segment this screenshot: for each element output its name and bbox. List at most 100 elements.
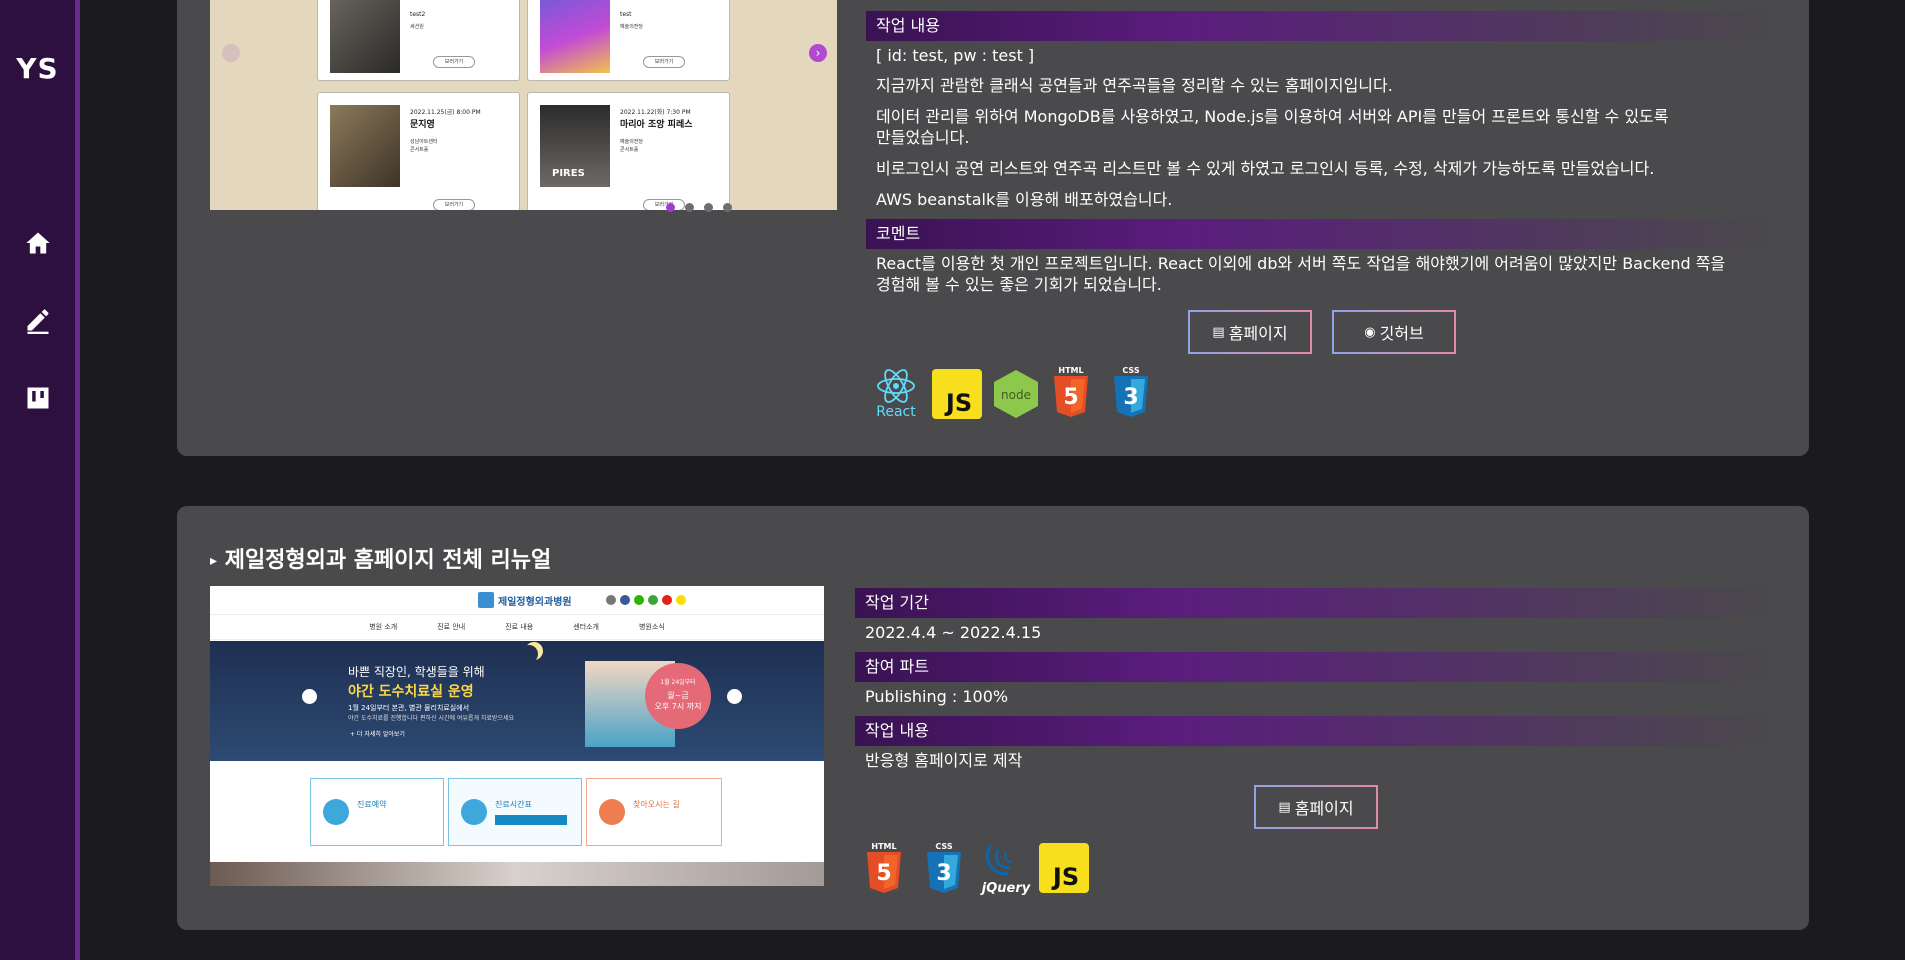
slider-dot[interactable]	[666, 203, 675, 212]
html5-icon: HTML 5	[1051, 364, 1091, 424]
moon-icon	[520, 645, 538, 663]
slide-card-place: 세션원	[410, 24, 424, 30]
css3-icon: CSS 3	[924, 840, 964, 900]
mock-menu-item: 병원 소개	[369, 623, 398, 631]
banner-line: 1월 24일부터 본관, 별관 물리치료실에서	[348, 704, 470, 712]
homepage-button-label: 홈페이지	[1294, 799, 1354, 818]
slide-card-title: 문지영	[410, 120, 435, 130]
svg-text:3: 3	[936, 861, 951, 886]
mock-menu-item: 진료 안내	[437, 623, 466, 631]
site-logo[interactable]: YS	[0, 52, 75, 85]
svg-text:5: 5	[876, 861, 891, 886]
slide-thumb-text: PIRES	[552, 168, 585, 179]
social-icon	[606, 595, 616, 605]
reservation-icon	[323, 799, 349, 825]
project-card-2: ▸ 제일정형외과 홈페이지 전체 리뉴얼 제일정형외과병원 병원 소개 진료 안…	[177, 506, 1809, 930]
mock-menu-item: 센터소개	[573, 623, 599, 631]
slide-card: 2022.11.25(금) 8:00 PM 문지영 성남아트센터 콘서트홀 보러…	[317, 92, 520, 210]
comment-line: 경험해 볼 수 있는 좋은 기회가 되었습니다.	[876, 275, 1162, 294]
schedule-icon	[461, 799, 487, 825]
work-line: [ id: test, pw : test ]	[876, 46, 1035, 65]
mock-select	[495, 815, 567, 825]
html5-icon: HTML 5	[864, 840, 904, 900]
svg-text:jQuery: jQuery	[980, 881, 1031, 896]
mock-box-label: 진료예약	[357, 800, 387, 809]
badge-line: 1월 24일부터	[660, 679, 696, 686]
kakao-icon	[676, 595, 686, 605]
mock-box-label: 찾아오시는 길	[633, 800, 680, 809]
svg-text:node: node	[1001, 388, 1031, 402]
slider-dot[interactable]	[685, 203, 694, 212]
mock-menu-item: 병원소식	[639, 623, 665, 631]
home-icon[interactable]	[24, 229, 52, 257]
svg-text:HTML: HTML	[871, 842, 896, 851]
period-section-header: 작업 기간	[855, 588, 1774, 618]
comment-section-header: 코멘트	[866, 219, 1772, 249]
work-line: 만들었습니다.	[876, 128, 970, 147]
youtube-icon	[662, 595, 672, 605]
work-line: 지금까지 관람한 클래식 공연들과 연주곡들을 정리할 수 있는 홈페이지입니다…	[876, 76, 1393, 95]
github-icon: ◉	[1364, 324, 1376, 340]
slide-card-date: 2022.11.22(화) 7:30 PM	[620, 109, 691, 116]
slide-card-button[interactable]: 보러가기	[433, 56, 475, 68]
slide-card: test 예술의전당 보러가기	[527, 0, 730, 81]
project-2-screenshot[interactable]: 제일정형외과병원 병원 소개 진료 안내 진료 내용 센터소개 병원소식 바쁜 …	[210, 586, 824, 886]
slide-thumb	[330, 0, 400, 73]
hospital-logo-icon	[478, 592, 494, 608]
slider-dot[interactable]	[704, 203, 713, 212]
mock-box-schedule: 진료시간표	[448, 778, 582, 846]
banner-next-icon	[727, 689, 742, 704]
slider-prev-arrow[interactable]: ‹	[222, 44, 240, 62]
nodejs-icon: node	[993, 369, 1039, 423]
board-icon[interactable]	[24, 384, 52, 412]
banner-headline: 야간 도수치료실 운영	[348, 684, 474, 700]
slide-thumb	[330, 105, 400, 187]
homepage-button[interactable]: ▤ 홈페이지	[1188, 310, 1312, 354]
mock-menu-item: 진료 내용	[505, 623, 534, 631]
slide-card-date: test2	[410, 11, 426, 18]
banner-line: 바쁜 직장인, 학생들을 위해	[348, 665, 485, 679]
slide-card-button[interactable]: 보러가기	[433, 199, 475, 210]
badge-line: 오후 7시 까지	[654, 702, 702, 711]
github-button[interactable]: ◉ 깃허브	[1332, 310, 1456, 354]
svg-text:JS: JS	[1051, 863, 1079, 891]
banner-more-link: + 더 자세히 알아보기	[350, 731, 405, 738]
svg-text:HTML: HTML	[1058, 366, 1083, 375]
blog-icon	[648, 595, 658, 605]
work-value: 반응형 홈페이지로 제작	[865, 751, 1023, 770]
slide-card: test2 세션원 보러가기	[317, 0, 520, 81]
triangle-icon: ▸	[210, 553, 218, 569]
work-section-header: 작업 내용	[866, 11, 1772, 41]
mock-box-location: 찾아오시는 길	[586, 778, 722, 846]
homepage-icon: ▤	[1278, 799, 1291, 815]
slide-card-place: 예술의전당	[620, 24, 644, 30]
mock-header: 제일정형외과병원	[210, 586, 824, 614]
mock-logo-text: 제일정형외과병원	[498, 597, 572, 608]
homepage-button[interactable]: ▤ 홈페이지	[1254, 785, 1378, 829]
project-title: ▸ 제일정형외과 홈페이지 전체 리뉴얼	[210, 542, 551, 574]
project-title-text: 제일정형외과 홈페이지 전체 리뉴얼	[224, 548, 552, 573]
github-button-label: 깃허브	[1379, 324, 1424, 343]
javascript-icon: JS	[1039, 843, 1089, 897]
mock-box-reservation: 진료예약	[310, 778, 444, 846]
sidebar: YS	[0, 0, 80, 960]
slider-dots	[666, 203, 732, 212]
slider-next-arrow[interactable]: ›	[809, 44, 827, 62]
project-1-slider[interactable]: test2 세션원 보러가기 test 예술의전당 보러가기 2022.11.2…	[210, 0, 837, 210]
banner-line: 야간 도수치료를 진행합니다 편하신 시간에 여유롭게 치료받으세요	[348, 715, 515, 722]
mock-footer-image	[210, 862, 824, 886]
facebook-icon	[620, 595, 630, 605]
slider-dot[interactable]	[723, 203, 732, 212]
badge-line: 월~금	[667, 691, 689, 700]
pencil-icon[interactable]	[24, 306, 52, 334]
work-line: AWS beanstalk를 이용해 배포하였습니다.	[876, 190, 1173, 209]
svg-text:CSS: CSS	[935, 842, 952, 851]
slide-card-date: test	[620, 11, 632, 18]
part-value: Publishing : 100%	[865, 687, 1009, 706]
javascript-icon: JS	[932, 369, 982, 423]
slide-card-button[interactable]: 보러가기	[643, 56, 685, 68]
homepage-icon: ▤	[1212, 324, 1225, 340]
css3-icon: CSS 3	[1111, 364, 1151, 424]
svg-text:JS: JS	[944, 389, 972, 417]
svg-text:React: React	[876, 404, 916, 418]
